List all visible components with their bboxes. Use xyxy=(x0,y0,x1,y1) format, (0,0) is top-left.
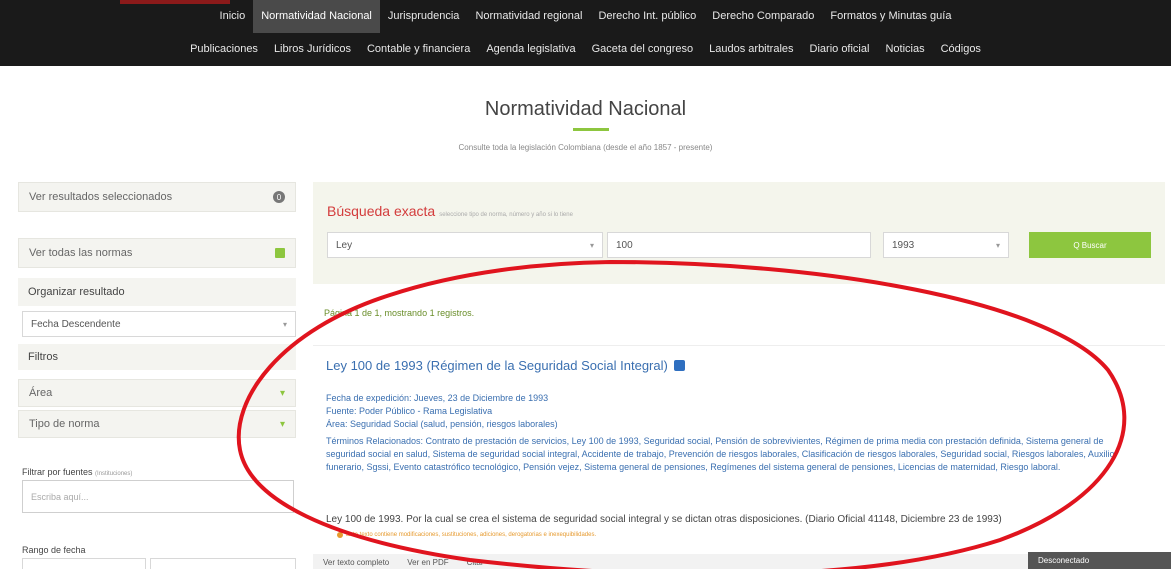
nav-link-laudos[interactable]: Laudos arbitrales xyxy=(701,33,801,66)
result-title-link[interactable]: Ley 100 de 1993 (Régimen de la Seguridad… xyxy=(326,358,685,373)
chevron-down-icon: ▾ xyxy=(995,240,1000,250)
result-note: Este texto contiene modificaciones, sust… xyxy=(337,532,596,538)
result-title-text: Ley 100 de 1993 (Régimen de la Seguridad… xyxy=(326,358,668,373)
selected-results-label: Ver resultados seleccionados xyxy=(29,191,173,203)
nav-link-normatividad-regional[interactable]: Normatividad regional xyxy=(467,0,590,33)
external-link-icon[interactable] xyxy=(673,360,685,371)
nav-link-derecho-comparado[interactable]: Derecho Comparado xyxy=(704,0,822,33)
exact-search-title: Búsqueda exacta seleccione tipo de norma,… xyxy=(327,203,573,219)
nav-link-jurisprudencia[interactable]: Jurisprudencia xyxy=(380,0,468,33)
nav-link-agenda-legislativa[interactable]: Agenda legislativa xyxy=(478,33,583,66)
norm-type-select[interactable]: Ley ▾ xyxy=(327,232,603,258)
nav-link-contable[interactable]: Contable y financiera xyxy=(359,33,478,66)
nav-link-normatividad-nacional[interactable]: Normatividad Nacional xyxy=(253,0,380,33)
exact-search-panel: Búsqueda exacta seleccione tipo de norma,… xyxy=(313,182,1165,284)
nav-link-derecho-int-publico[interactable]: Derecho Int. público xyxy=(590,0,704,33)
nav-link-noticias[interactable]: Noticias xyxy=(877,33,932,66)
pagination-info: Página 1 de 1, mostrando 1 registros. xyxy=(324,308,475,318)
norm-type-filter-label: Tipo de norma xyxy=(29,418,100,430)
sort-value: Fecha Descendente xyxy=(31,318,121,330)
date-from-input[interactable] xyxy=(22,558,146,569)
filters-heading: Filtros xyxy=(18,344,296,370)
nav-link-publicaciones[interactable]: Publicaciones xyxy=(182,33,266,66)
page-title: Normatividad Nacional xyxy=(484,98,687,120)
result-date: Fecha de expedición: Jueves, 23 de Dicie… xyxy=(326,393,549,403)
source-filter-input[interactable]: Escriba aquí... xyxy=(22,480,294,513)
organize-heading: Organizar resultado xyxy=(18,278,296,306)
external-link-icon xyxy=(275,248,285,258)
year-value: 1993 xyxy=(892,239,915,251)
area-filter-toggle[interactable]: Área ▾ xyxy=(18,379,296,407)
source-filter-label: Filtrar por fuentes (Instituciones) xyxy=(22,467,132,477)
nav-link-formatos[interactable]: Formatos y Minutas guía xyxy=(822,0,959,33)
organize-label: Organizar resultado xyxy=(28,286,125,298)
result-source: Fuente: Poder Público - Rama Legislativa xyxy=(326,406,493,416)
chevron-down-icon: ▾ xyxy=(282,319,287,329)
norm-number-input[interactable]: 100 xyxy=(607,232,871,258)
norm-number-value: 100 xyxy=(616,239,633,251)
info-icon xyxy=(337,532,343,538)
connection-status-badge: Desconectado xyxy=(1028,552,1171,569)
search-button[interactable]: Q Buscar xyxy=(1029,232,1151,258)
selected-results-button[interactable]: Ver resultados seleccionados 0 xyxy=(18,182,296,212)
nav-row-secondary: Publicaciones Libros Jurídicos Contable … xyxy=(0,33,1171,66)
top-navigation: Inicio Normatividad Nacional Jurispruden… xyxy=(0,0,1171,66)
date-to-input[interactable] xyxy=(150,558,296,569)
area-filter-label: Área xyxy=(29,387,53,399)
view-pdf-button[interactable]: Ver en PDF xyxy=(407,558,448,567)
view-full-text-button[interactable]: Ver texto completo xyxy=(323,558,389,567)
source-filter-text: Filtrar por fuentes xyxy=(22,467,93,477)
source-filter-hint: (Instituciones) xyxy=(95,471,133,477)
nav-link-codigos[interactable]: Códigos xyxy=(933,33,989,66)
nav-row-primary: Inicio Normatividad Nacional Jurispruden… xyxy=(0,0,1171,33)
result-area: Área: Seguridad Social (salud, pensión, … xyxy=(326,419,558,429)
year-select[interactable]: 1993 ▾ xyxy=(883,232,1009,258)
page-subtitle: Consulte toda la legislación Colombiana … xyxy=(458,143,713,152)
filters-label: Filtros xyxy=(28,351,58,363)
exact-search-heading: Búsqueda exacta xyxy=(327,203,436,219)
all-norms-label: Ver todas las normas xyxy=(29,247,133,259)
selected-count-badge: 0 xyxy=(273,191,285,203)
result-description: Ley 100 de 1993. Por la cual se crea el … xyxy=(326,514,1002,525)
chevron-down-icon: ▾ xyxy=(589,240,594,250)
exact-search-hint: seleccione tipo de norma, número y año s… xyxy=(439,212,573,218)
sort-select[interactable]: Fecha Descendente ▾ xyxy=(22,311,296,337)
cite-button[interactable]: Citar xyxy=(467,558,484,567)
result-note-text: Este texto contiene modificaciones, sust… xyxy=(346,532,597,538)
all-norms-button[interactable]: Ver todas las normas xyxy=(18,238,296,268)
norm-type-filter-toggle[interactable]: Tipo de norma ▾ xyxy=(18,410,296,438)
nav-link-gaceta[interactable]: Gaceta del congreso xyxy=(584,33,702,66)
norm-type-value: Ley xyxy=(336,239,353,251)
date-range-label: Rango de fecha xyxy=(22,545,86,555)
chevron-down-icon: ▾ xyxy=(279,387,285,399)
title-underline xyxy=(573,128,609,131)
nav-link-diario-oficial[interactable]: Diario oficial xyxy=(802,33,878,66)
nav-link-libros-juridicos[interactable]: Libros Jurídicos xyxy=(266,33,359,66)
chevron-down-icon: ▾ xyxy=(279,418,285,430)
nav-link-inicio[interactable]: Inicio xyxy=(212,0,254,33)
result-card: Ley 100 de 1993 (Régimen de la Seguridad… xyxy=(313,345,1165,569)
result-terms: Términos Relacionados: Contrato de prest… xyxy=(326,436,1115,472)
